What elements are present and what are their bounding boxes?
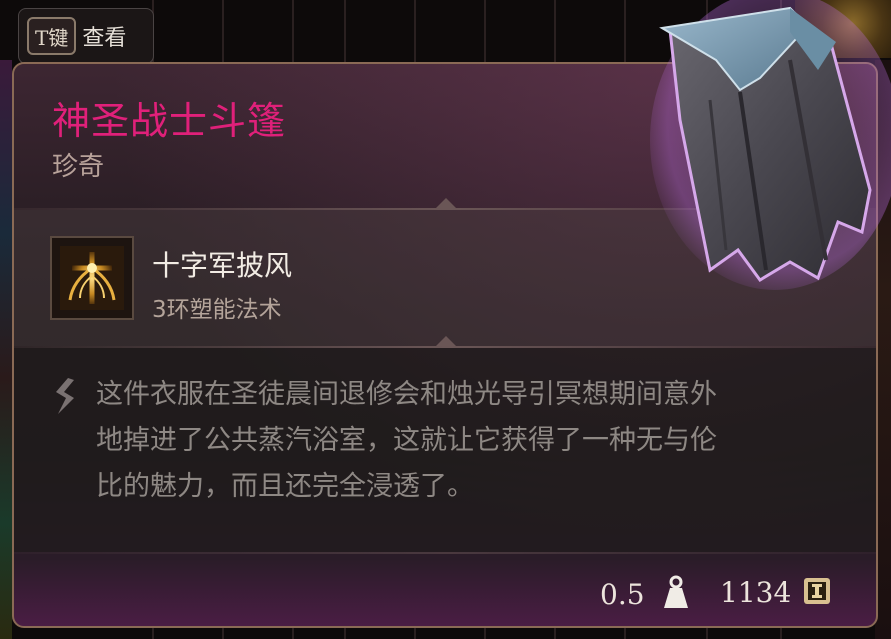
divider-notch bbox=[436, 198, 456, 208]
item-name: 神圣战士斗篷 bbox=[52, 99, 287, 143]
description-text: 这件衣服在圣徒晨间退修会和烛光导引冥想期间意外 地掉进了公共蒸汽浴室，这就让它获… bbox=[96, 372, 846, 510]
examine-label: 查看 bbox=[82, 26, 127, 51]
divider-notch bbox=[436, 336, 456, 346]
quote-icon bbox=[50, 376, 80, 422]
weight-icon bbox=[662, 574, 690, 614]
weight-value: 0.5 bbox=[600, 578, 645, 611]
inventory-slot-column-left bbox=[0, 60, 12, 639]
description-line: 比的魅力，而且还完全浸透了。 bbox=[96, 471, 474, 502]
cloak-item-art bbox=[640, 0, 891, 300]
keybind-badge: T键 bbox=[27, 17, 77, 55]
item-stats: 0.5 1134 bbox=[14, 554, 876, 626]
description-line: 这件衣服在圣徒晨间退修会和烛光导引冥想期间意外 bbox=[96, 379, 717, 410]
item-description: 这件衣服在圣徒晨间退修会和烛光导引冥想期间意外 地掉进了公共蒸汽浴室，这就让它获… bbox=[14, 348, 876, 552]
description-line: 地掉进了公共蒸汽浴室，这就让它获得了一种无与伦 bbox=[96, 425, 717, 456]
gold-coin-icon bbox=[802, 576, 832, 610]
spell-level-school: 3环塑能法术 bbox=[152, 297, 282, 323]
spell-name: 十字军披风 bbox=[152, 249, 293, 282]
item-rarity: 珍奇 bbox=[52, 152, 105, 182]
crusader-mantle-spell-icon bbox=[50, 236, 134, 320]
gold-value: 1134 bbox=[720, 576, 792, 609]
examine-key-hint[interactable]: T键 查看 bbox=[18, 8, 154, 64]
